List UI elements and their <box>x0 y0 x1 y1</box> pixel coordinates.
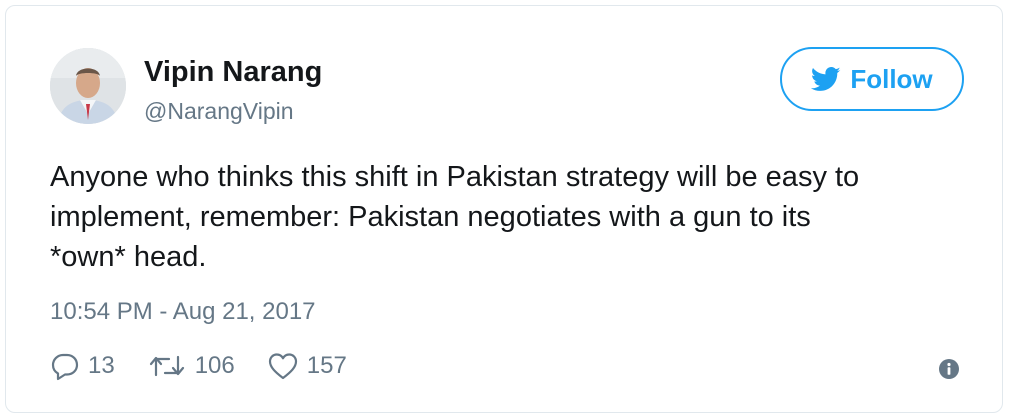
twitter-bird-icon <box>811 66 841 91</box>
author-display-name[interactable]: Vipin Narang <box>144 56 322 89</box>
info-icon <box>939 359 959 379</box>
follow-button[interactable]: Follow <box>780 47 964 111</box>
retweet-count: 106 <box>194 352 235 379</box>
tweet-timestamp[interactable]: 10:54 PM - Aug 21, 2017 <box>50 298 316 326</box>
tweet-actions: 13 106 157 <box>50 346 347 386</box>
author-handle[interactable]: @NarangVipin <box>144 98 294 125</box>
like-button[interactable]: 157 <box>267 351 347 381</box>
info-button[interactable] <box>938 358 960 380</box>
retweet-icon <box>149 355 184 377</box>
tweet-card: Vipin Narang @NarangVipin Follow Anyone … <box>5 5 1003 413</box>
avatar-photo <box>50 48 126 124</box>
heart-icon <box>268 353 297 380</box>
tweet-text: Anyone who thinks this shift in Pakistan… <box>50 161 860 273</box>
follow-button-label: Follow <box>850 63 933 94</box>
reply-icon <box>51 353 79 381</box>
avatar[interactable] <box>50 48 126 124</box>
like-count: 157 <box>306 352 347 379</box>
reply-button[interactable]: 13 <box>50 351 115 381</box>
reply-count: 13 <box>88 352 115 379</box>
retweet-button[interactable]: 106 <box>147 351 235 381</box>
